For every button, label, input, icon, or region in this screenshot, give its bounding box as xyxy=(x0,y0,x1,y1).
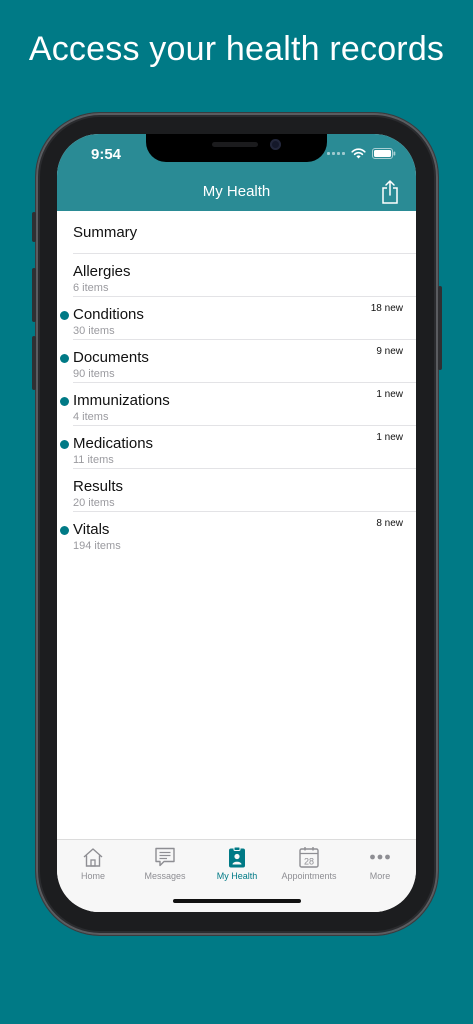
list-item-vitals[interactable]: Vitals 194 items 8 new xyxy=(57,512,416,555)
wifi-icon xyxy=(351,148,366,159)
volume-up-button xyxy=(32,268,36,322)
unread-dot-icon xyxy=(60,440,69,449)
tab-my-health[interactable]: My Health xyxy=(201,846,273,881)
more-icon xyxy=(370,854,390,860)
tab-messages[interactable]: Messages xyxy=(129,846,201,881)
list-item-medications[interactable]: Medications 11 items 1 new xyxy=(57,426,416,469)
list-item-label: Medications xyxy=(73,435,154,452)
home-indicator[interactable] xyxy=(173,899,301,903)
list-item-immunizations[interactable]: Immunizations 4 items 1 new xyxy=(57,383,416,426)
list-item-label: Allergies xyxy=(73,263,131,280)
power-button xyxy=(438,286,442,370)
messages-icon xyxy=(155,847,175,867)
navigation-bar: My Health xyxy=(57,174,416,211)
tab-label: More xyxy=(369,871,391,881)
camera-notch xyxy=(146,134,327,162)
unread-dot-icon xyxy=(60,354,69,363)
volume-down-button xyxy=(32,336,36,390)
home-icon xyxy=(83,848,103,867)
tab-home[interactable]: Home xyxy=(57,846,129,881)
list-item-count: 194 items xyxy=(73,540,121,552)
battery-icon xyxy=(372,148,396,159)
list-item-count: 20 items xyxy=(73,497,115,509)
list-item-count: 4 items xyxy=(73,411,109,423)
tab-label: Appointments xyxy=(281,871,337,881)
my-health-icon xyxy=(229,846,245,868)
tab-label: Home xyxy=(80,871,105,881)
nav-title: My Health xyxy=(202,183,271,200)
tab-label: Messages xyxy=(144,871,186,881)
signal-icon xyxy=(327,152,345,155)
new-count-badge: 1 new xyxy=(376,389,403,400)
page-headline: Access your health records xyxy=(28,30,445,68)
new-count-badge: 1 new xyxy=(376,432,403,443)
list-item-allergies[interactable]: Allergies 6 items xyxy=(57,254,416,297)
list-item-count: 11 items xyxy=(73,454,114,466)
health-records-list: Summary Allergies 6 items Conditions 30 … xyxy=(57,211,416,555)
tab-label: My Health xyxy=(216,871,258,881)
list-item-label: Conditions xyxy=(73,306,144,323)
unread-dot-icon xyxy=(60,526,69,535)
list-item-summary[interactable]: Summary xyxy=(57,211,416,254)
list-item-label: Documents xyxy=(73,349,149,366)
unread-dot-icon xyxy=(60,311,69,320)
list-item-label: Summary xyxy=(73,224,138,241)
list-item-label: Results xyxy=(73,478,124,495)
list-item-label: Vitals xyxy=(73,521,110,538)
tab-appointments[interactable]: 28 Appointments xyxy=(273,846,345,881)
share-icon[interactable] xyxy=(380,179,400,205)
svg-text:28: 28 xyxy=(304,857,314,867)
mute-switch xyxy=(32,212,36,242)
new-count-badge: 18 new xyxy=(370,303,403,314)
list-item-label: Immunizations xyxy=(73,392,170,409)
list-item-documents[interactable]: Documents 90 items 9 new xyxy=(57,340,416,383)
calendar-icon: 28 xyxy=(299,847,319,868)
list-item-count: 6 items xyxy=(73,282,109,294)
list-item-conditions[interactable]: Conditions 30 items 18 new xyxy=(57,297,416,340)
tab-more[interactable]: More xyxy=(344,846,416,881)
list-item-count: 90 items xyxy=(73,368,115,380)
unread-dot-icon xyxy=(60,397,69,406)
phone-screen: 9:54 My Health Summary Allergies 6 items… xyxy=(57,134,416,912)
list-item-count: 30 items xyxy=(73,325,115,337)
new-count-badge: 8 new xyxy=(376,518,403,529)
new-count-badge: 9 new xyxy=(376,346,403,357)
status-time: 9:54 xyxy=(91,146,122,163)
list-item-results[interactable]: Results 20 items xyxy=(57,469,416,512)
